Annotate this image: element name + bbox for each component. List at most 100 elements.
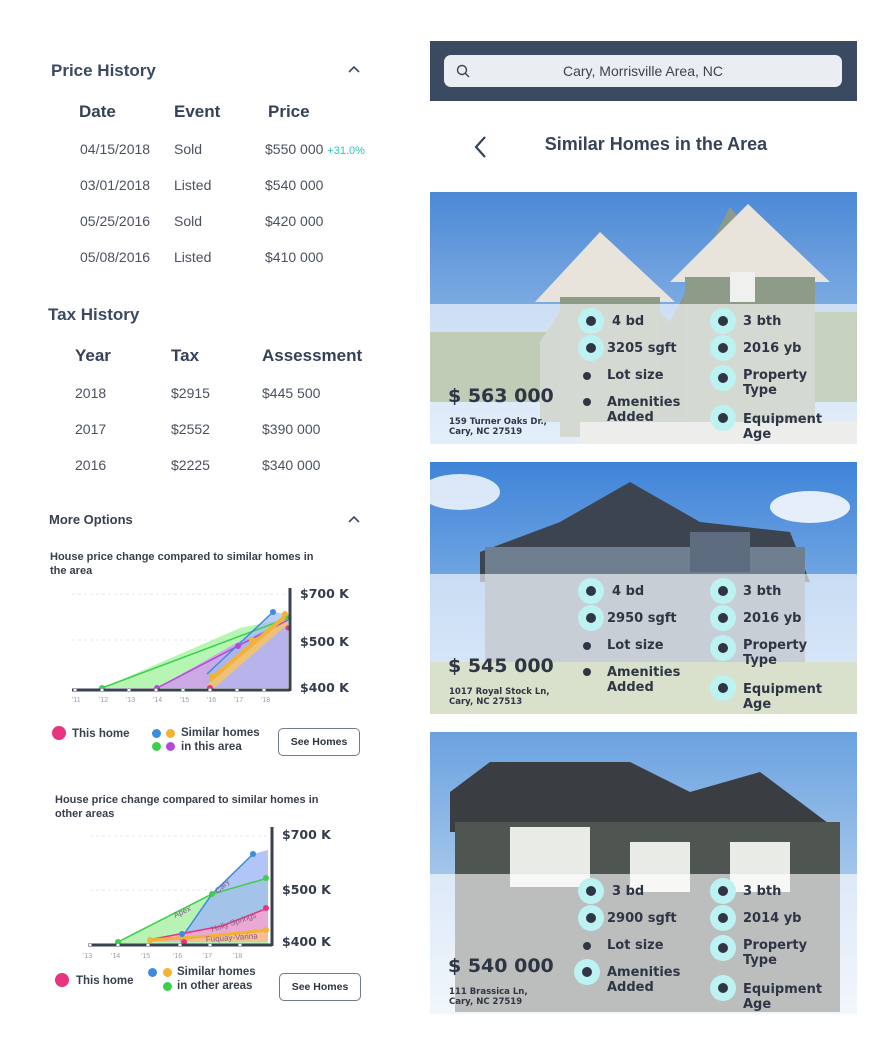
price-date: 03/01/2018 xyxy=(80,177,151,193)
price-value: $420 000 xyxy=(265,213,324,229)
home-address: 111 Brassica Ln, Cary, NC 27519 xyxy=(449,987,528,1007)
x-tick: '12 xyxy=(99,697,108,704)
x-tick: '11 xyxy=(72,697,81,704)
x-tick: '13 xyxy=(126,697,135,704)
home-price: $ 563 000 xyxy=(448,385,554,407)
equipment-age: Equipment Age xyxy=(743,682,823,712)
top-bar: Cary, Morrisville Area, NC xyxy=(430,41,857,101)
legend-dot-green xyxy=(152,742,161,751)
chevron-up-icon[interactable] xyxy=(347,64,361,74)
baths: 3 bth xyxy=(743,314,782,329)
price-event: Sold xyxy=(174,141,203,157)
lot-size: Lot size xyxy=(607,638,664,653)
home-price: $ 545 000 xyxy=(448,655,554,677)
point-blue xyxy=(270,609,276,615)
legend-dot-purple xyxy=(166,742,175,751)
tax-year: 2018 xyxy=(75,385,107,401)
lot-icon xyxy=(583,372,591,380)
shower-icon xyxy=(710,878,736,904)
home-address: 159 Turner Oaks Dr., Cary, NC 27519 xyxy=(449,417,547,437)
lot-icon xyxy=(583,942,591,950)
bed-icon xyxy=(578,878,604,904)
tax-assessment: $390 000 xyxy=(262,421,321,437)
floorplan-icon xyxy=(578,605,604,631)
tax-col-tax: Tax xyxy=(171,346,200,365)
legend-dot-blue xyxy=(148,968,157,977)
tax-amount: $2915 xyxy=(171,385,210,401)
x-tick: '18 xyxy=(261,697,270,704)
beds: 4 bd xyxy=(612,314,645,329)
similar-homes-title: Similar Homes in the Area xyxy=(544,134,768,154)
chevron-up-icon[interactable] xyxy=(347,514,361,524)
amenities-icon xyxy=(583,668,591,676)
y-tick: $400 K xyxy=(300,680,350,695)
amenities: Amenities Added xyxy=(607,965,681,995)
legend-this-home-dot xyxy=(52,726,66,740)
tax-col-assessment: Assessment xyxy=(262,346,363,365)
search-input[interactable]: Cary, Morrisville Area, NC xyxy=(444,55,842,87)
price-change: +31.0% xyxy=(327,145,365,157)
construction-icon xyxy=(710,905,736,931)
y-tick: $700 K xyxy=(282,827,332,842)
legend-similar-homes: Similar homes in this area xyxy=(181,727,260,753)
tax-assessment: $340 000 xyxy=(262,457,321,473)
chart1: '11 '12 '13 '14 '15 '16 '17 '18 $700 K $… xyxy=(72,586,350,704)
see-homes-button[interactable]: See Homes xyxy=(279,973,361,1001)
y-tick: $400 K xyxy=(282,934,332,949)
search-value: Cary, Morrisville Area, NC xyxy=(563,63,723,79)
point-orange xyxy=(249,637,255,643)
amenities: Amenities Added xyxy=(607,395,681,425)
tax-col-year: Year xyxy=(75,346,111,365)
price-col-date: Date xyxy=(79,102,116,121)
tax-amount: $2225 xyxy=(171,457,210,473)
point-purple xyxy=(235,643,241,649)
legend-this-home: This home xyxy=(72,728,130,740)
beds: 3 bd xyxy=(612,884,645,899)
price-col-price: Price xyxy=(268,102,310,121)
bed-icon xyxy=(578,308,604,334)
home-price: $ 540 000 xyxy=(448,955,554,977)
property-type: Property Type xyxy=(743,938,808,968)
home-card[interactable]: $ 563 000 159 Turner Oaks Dr., Cary, NC 2… xyxy=(430,192,857,444)
construction-icon xyxy=(710,605,736,631)
x-tick: '15 xyxy=(180,697,189,704)
price-value: $540 000 xyxy=(265,177,324,193)
legend-dot-orange xyxy=(163,968,172,977)
point-blue xyxy=(250,851,256,857)
amenities-icon xyxy=(583,398,591,406)
price-date: 05/08/2016 xyxy=(80,249,151,265)
more-options-title: More Options xyxy=(49,512,133,527)
y-tick: $500 K xyxy=(300,634,350,649)
price-value: $550 000 +31.0% xyxy=(265,141,365,157)
tax-year: 2016 xyxy=(75,457,107,473)
x-tick: '16 xyxy=(173,953,182,960)
price-event: Listed xyxy=(174,177,212,193)
legend-dot-green xyxy=(163,982,172,991)
search-icon xyxy=(456,64,470,78)
shower-icon xyxy=(710,578,736,604)
floorplan-icon xyxy=(578,905,604,931)
price-date: 04/15/2018 xyxy=(80,141,151,157)
equipment-age: Equipment Age xyxy=(743,982,823,1012)
bed-icon xyxy=(578,578,604,604)
tax-year: 2017 xyxy=(75,421,107,437)
x-tick: '14 xyxy=(153,697,162,704)
property-icon xyxy=(710,635,736,661)
sqft: 3205 sgft xyxy=(607,341,677,356)
equipment-icon xyxy=(710,975,736,1001)
see-homes-button[interactable]: See Homes xyxy=(278,728,360,756)
price-date: 05/25/2016 xyxy=(80,213,151,229)
x-tick: '16 xyxy=(207,697,216,704)
x-tick: '15 xyxy=(141,953,150,960)
point-orange xyxy=(209,673,215,679)
y-tick: $700 K xyxy=(300,586,350,601)
home-card[interactable]: $ 545 000 1017 Royal Stock Ln, Cary, NC 2… xyxy=(430,462,857,714)
y-tick: $500 K xyxy=(282,882,332,897)
equipment-icon xyxy=(710,405,736,431)
year-built: 2016 yb xyxy=(743,341,802,356)
baths: 3 bth xyxy=(743,884,782,899)
home-card[interactable]: $ 540 000 111 Brassica Ln, Cary, NC 27519… xyxy=(430,732,857,1014)
amenities-icon xyxy=(574,959,600,985)
chart2-title: House price change compared to similar h… xyxy=(55,794,319,820)
year-built: 2016 yb xyxy=(743,611,802,626)
